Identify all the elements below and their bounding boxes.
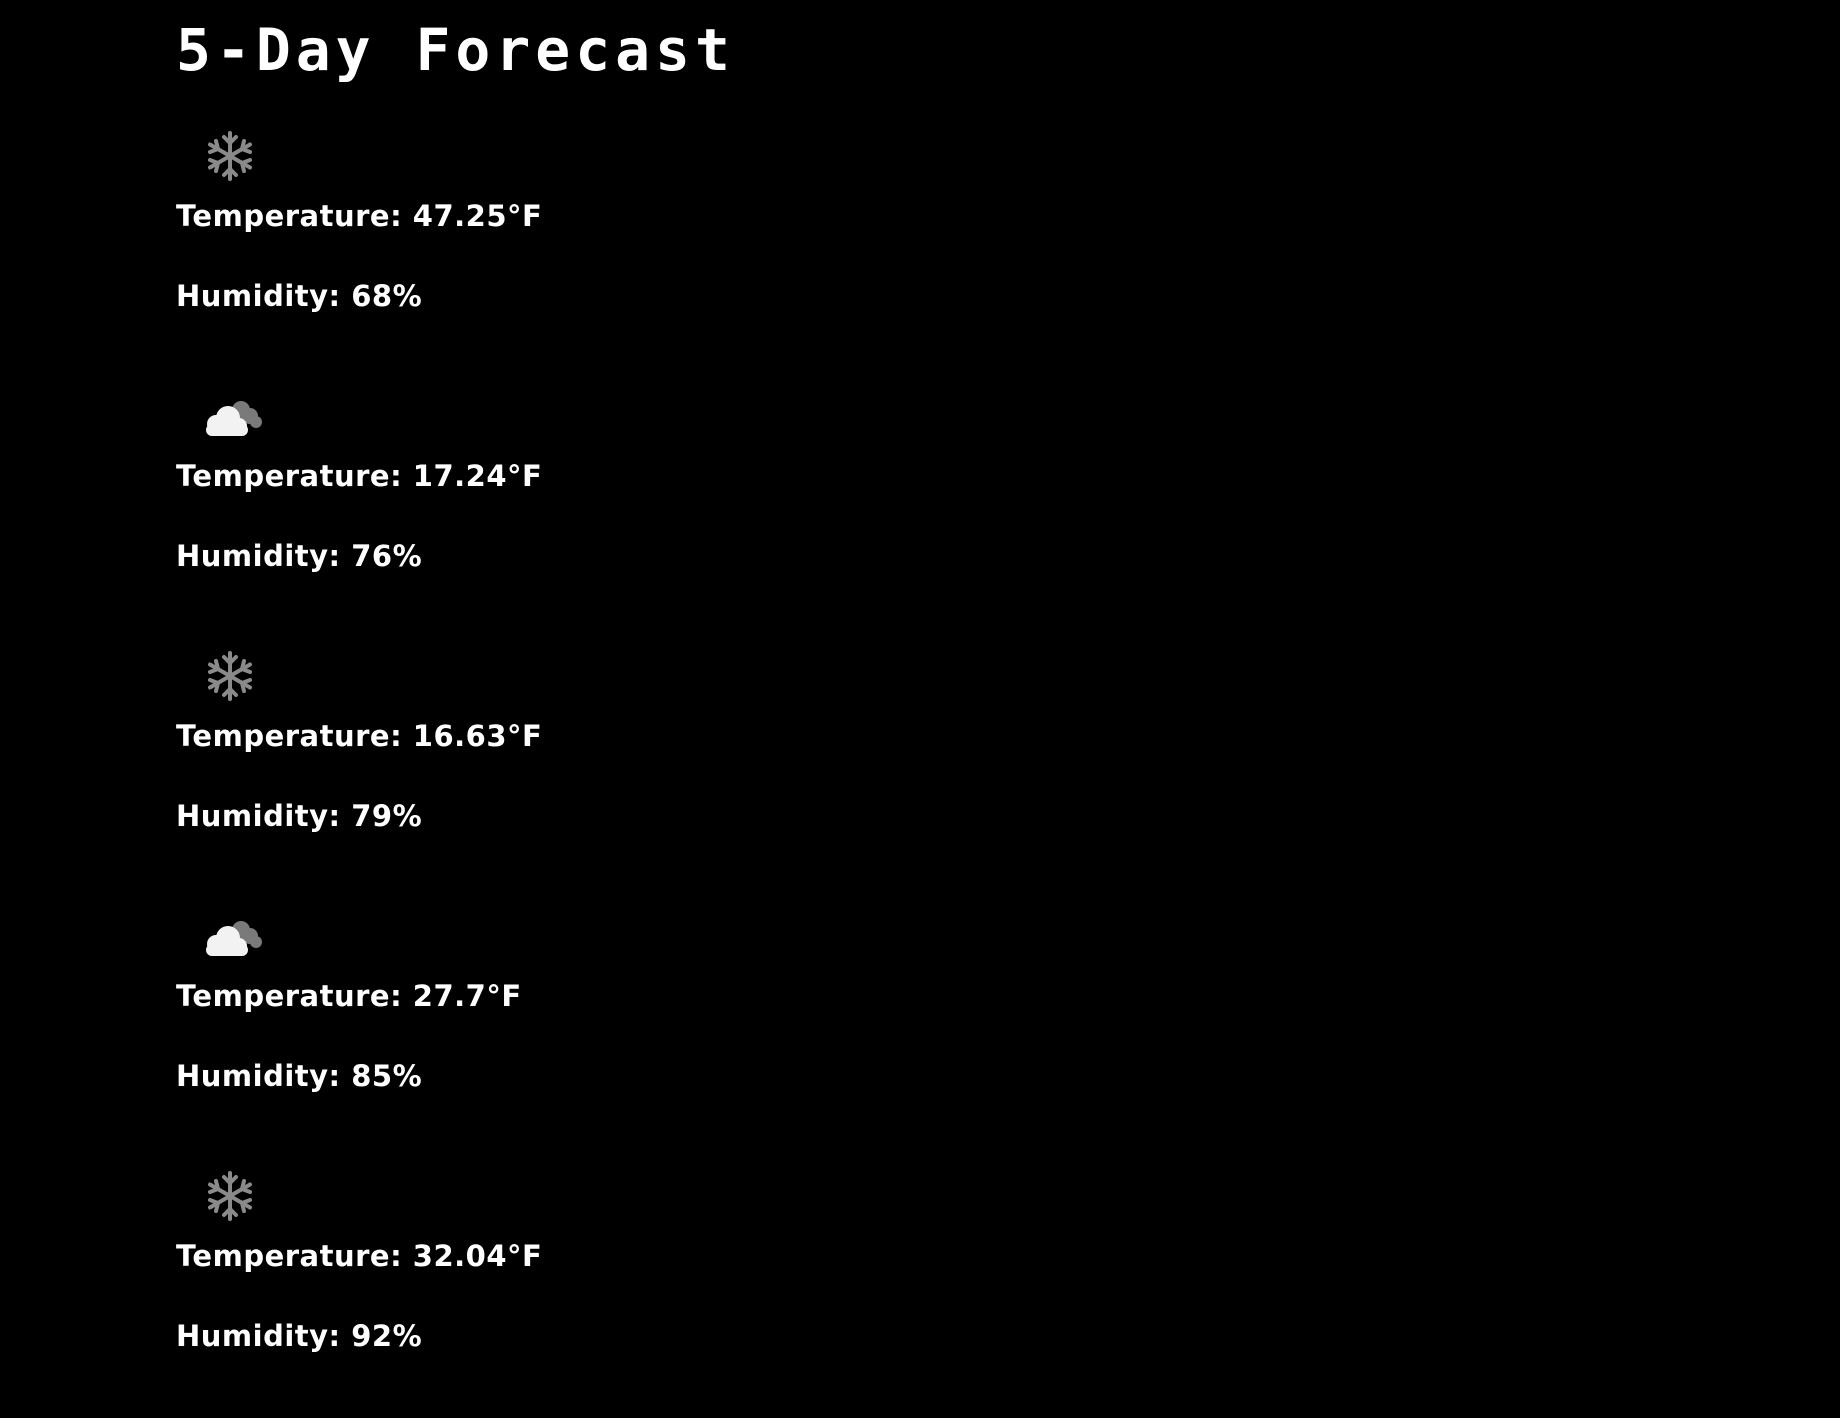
temperature-label: Temperature: 27.7°F xyxy=(176,979,522,1013)
cloud-icon xyxy=(192,378,268,454)
humidity-label: Humidity: 76% xyxy=(176,539,423,573)
temperature-label: Temperature: 16.63°F xyxy=(176,719,543,753)
forecast-day: Temperature: 47.25°F Humidity: 68% xyxy=(176,118,876,378)
forecast-day: Temperature: 32.04°F Humidity: 92% xyxy=(176,1158,876,1418)
snowflake-icon xyxy=(192,638,268,714)
humidity-label: Humidity: 85% xyxy=(176,1059,423,1093)
humidity-label: Humidity: 68% xyxy=(176,279,423,313)
forecast-day: Temperature: 27.7°F Humidity: 85% xyxy=(176,898,876,1158)
forecast-day: Temperature: 16.63°F Humidity: 79% xyxy=(176,638,876,898)
snowflake-icon xyxy=(192,1158,268,1234)
temperature-label: Temperature: 47.25°F xyxy=(176,199,543,233)
temperature-label: Temperature: 17.24°F xyxy=(176,459,543,493)
snowflake-icon xyxy=(192,118,268,194)
page-title: 5-Day Forecast xyxy=(176,16,735,84)
temperature-label: Temperature: 32.04°F xyxy=(176,1239,543,1273)
cloud-icon xyxy=(192,898,268,974)
humidity-label: Humidity: 79% xyxy=(176,799,423,833)
humidity-label: Humidity: 92% xyxy=(176,1319,423,1353)
forecast-day: Temperature: 17.24°F Humidity: 76% xyxy=(176,378,876,638)
